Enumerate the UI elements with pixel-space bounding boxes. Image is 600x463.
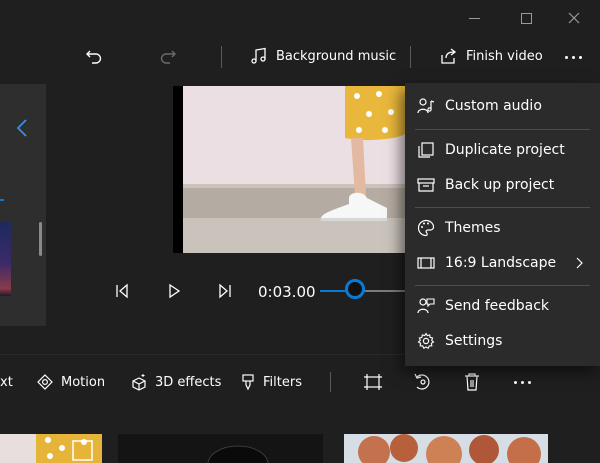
gear-icon bbox=[417, 332, 435, 349]
selection-indicator bbox=[0, 199, 4, 201]
motion-icon bbox=[37, 374, 53, 390]
music-note-icon bbox=[251, 47, 266, 64]
play-icon bbox=[169, 283, 181, 299]
filters-button[interactable]: Filters bbox=[240, 370, 302, 394]
motion-label: Motion bbox=[61, 374, 106, 390]
menu-item-custom-audio[interactable]: Custom audio bbox=[405, 90, 600, 122]
finish-video-label: Finish video bbox=[466, 48, 543, 64]
storyboard-thumbnail[interactable] bbox=[0, 434, 102, 463]
3d-effects-icon bbox=[132, 374, 146, 391]
previous-frame-button[interactable] bbox=[112, 282, 132, 300]
menu-item-label: Back up project bbox=[445, 177, 555, 193]
chevron-right-icon bbox=[576, 257, 583, 269]
finish-video-button[interactable]: Finish video bbox=[440, 40, 543, 72]
minimize-icon bbox=[468, 17, 480, 19]
resize-icon bbox=[364, 374, 382, 390]
duplicate-icon bbox=[418, 142, 434, 158]
current-time: 0:03.00 bbox=[258, 283, 316, 301]
maximize-button[interactable] bbox=[514, 6, 538, 30]
text-button[interactable]: xt bbox=[0, 370, 13, 394]
3d-effects-label: 3D effects bbox=[155, 374, 222, 390]
progress-slider[interactable] bbox=[320, 279, 405, 300]
delete-button[interactable] bbox=[462, 371, 482, 393]
library-thumbnail[interactable] bbox=[0, 222, 11, 296]
menu-item-themes[interactable]: Themes bbox=[405, 212, 600, 244]
more-icon bbox=[564, 55, 582, 59]
edit-bar-divider bbox=[330, 372, 331, 392]
menu-item-label: Settings bbox=[445, 333, 503, 349]
menu-item-settings[interactable]: Settings bbox=[405, 325, 600, 357]
undo-icon bbox=[86, 50, 102, 64]
menu-item-back-up-project[interactable]: Back up project bbox=[405, 169, 600, 201]
thumbnail-image bbox=[118, 434, 323, 463]
background-music-button[interactable]: Background music bbox=[250, 40, 396, 72]
trash-icon bbox=[465, 373, 479, 391]
backup-icon bbox=[417, 178, 435, 192]
thumbnail-image bbox=[344, 434, 548, 463]
undo-button[interactable] bbox=[80, 43, 108, 71]
storyboard-thumbnail[interactable] bbox=[118, 434, 323, 463]
menu-divider bbox=[415, 129, 590, 130]
close-button[interactable] bbox=[562, 6, 586, 30]
library-scrollbar[interactable] bbox=[39, 222, 42, 256]
share-icon bbox=[441, 48, 457, 64]
resize-button[interactable] bbox=[362, 372, 384, 392]
menu-divider bbox=[415, 207, 590, 208]
menu-item-label: 16:9 Landscape bbox=[445, 255, 557, 271]
palette-icon bbox=[417, 219, 435, 237]
step-forward-icon bbox=[219, 283, 231, 299]
storyboard-thumbnail[interactable] bbox=[344, 434, 548, 463]
menu-item-label: Send feedback bbox=[445, 298, 550, 314]
menu-item-duplicate-project[interactable]: Duplicate project bbox=[405, 134, 600, 166]
menu-item-send-feedback[interactable]: Send feedback bbox=[405, 290, 600, 322]
maximize-icon bbox=[520, 12, 532, 24]
menu-item-aspect-ratio[interactable]: 16:9 Landscape bbox=[405, 247, 600, 279]
close-icon bbox=[568, 12, 580, 24]
filters-label: Filters bbox=[263, 374, 302, 390]
video-preview[interactable] bbox=[173, 86, 405, 253]
next-frame-button[interactable] bbox=[215, 282, 235, 300]
storyboard-more-button[interactable] bbox=[510, 373, 534, 391]
project-library-panel bbox=[0, 84, 46, 326]
rotate-button[interactable] bbox=[412, 371, 434, 393]
rotate-icon bbox=[414, 373, 430, 390]
menu-divider bbox=[415, 285, 590, 286]
menu-item-label: Duplicate project bbox=[445, 142, 565, 158]
chevron-left-icon[interactable] bbox=[16, 118, 28, 138]
redo-button[interactable] bbox=[154, 43, 182, 71]
filters-icon bbox=[242, 374, 254, 391]
menu-item-label: Custom audio bbox=[445, 98, 542, 114]
feedback-icon bbox=[417, 298, 435, 314]
3d-effects-button[interactable]: 3D effects bbox=[130, 370, 221, 394]
toolbar-divider bbox=[221, 46, 222, 68]
background-music-label: Background music bbox=[276, 48, 397, 64]
toolbar-divider bbox=[410, 46, 411, 68]
minimize-button[interactable] bbox=[462, 6, 486, 30]
overflow-menu: Custom audio Duplicate project Back up p… bbox=[405, 83, 600, 366]
custom-audio-icon bbox=[417, 98, 435, 114]
text-button-label: xt bbox=[0, 374, 13, 390]
aspect-ratio-icon bbox=[417, 257, 435, 269]
play-button[interactable] bbox=[165, 282, 183, 300]
video-frame bbox=[183, 86, 405, 253]
step-back-icon bbox=[116, 283, 128, 299]
menu-item-label: Themes bbox=[445, 220, 501, 236]
more-icon bbox=[513, 380, 531, 384]
motion-button[interactable]: Motion bbox=[36, 370, 105, 394]
redo-icon bbox=[160, 50, 176, 64]
more-options-button[interactable] bbox=[560, 46, 586, 68]
thumbnail-image bbox=[0, 434, 102, 463]
slider-thumb[interactable] bbox=[345, 279, 365, 299]
